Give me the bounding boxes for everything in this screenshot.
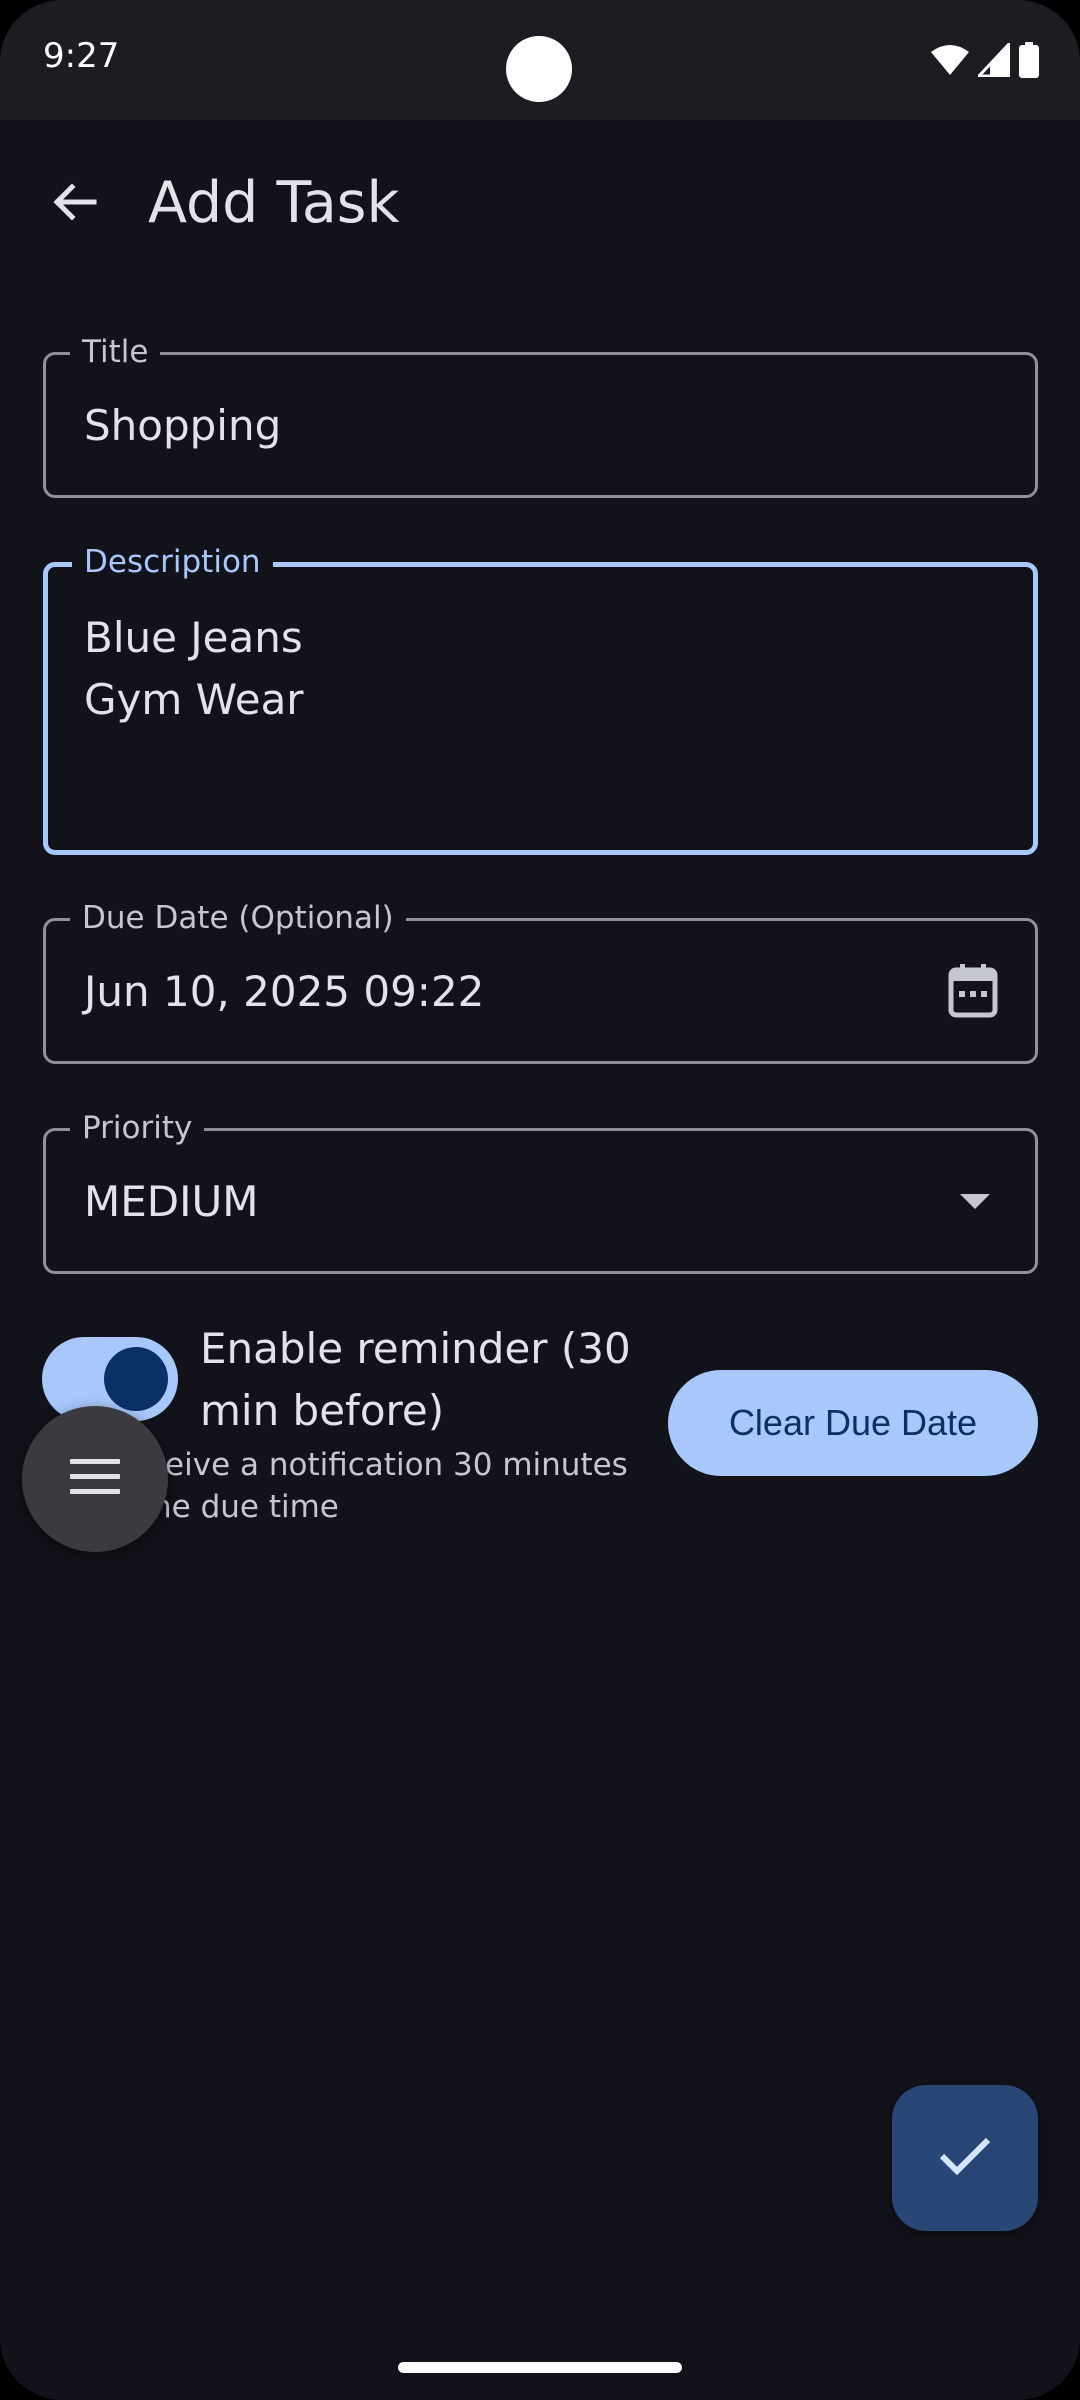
due-date-field[interactable]: Due Date (Optional) Jun 10, 2025 09:22 [43,899,1038,1064]
reminder-toggle-thumb [104,1347,168,1411]
camera-cutout [506,36,572,102]
check-icon [937,2134,993,2183]
description-field-value[interactable]: Blue Jeans Gym Wear [84,607,304,731]
menu-icon [70,1458,120,1500]
calendar-icon[interactable] [945,963,1001,1019]
status-time: 9:27 [43,36,120,76]
reminder-description: ceive a notification 30 minutes he due t… [100,1444,640,1528]
priority-field-label: Priority [70,1109,205,1147]
due-date-field-value[interactable]: Jun 10, 2025 09:22 [84,961,484,1023]
back-button[interactable] [36,166,112,242]
title-field-label: Title [70,333,161,371]
due-date-field-label: Due Date (Optional) [70,899,406,937]
top-app-bar: Add Task [0,120,1080,290]
reminder-description-line: he due time [152,1489,339,1525]
title-field-value[interactable]: Shopping [84,395,281,457]
signal-icon [978,43,1010,77]
description-field-label: Description [72,543,273,581]
floating-menu-button[interactable] [22,1406,168,1552]
title-field[interactable]: Title Shopping [43,333,1038,498]
arrow-back-icon [50,178,98,231]
status-bar: 9:27 [0,0,1080,120]
status-icons [930,40,1040,80]
description-field[interactable]: Description Blue Jeans Gym Wear [43,543,1038,855]
phone-screen: 9:27 Add Task Title Shopping Description… [0,0,1080,2400]
priority-field-value[interactable]: MEDIUM [84,1171,258,1233]
reminder-description-line: ceive a notification 30 minutes [148,1447,628,1483]
priority-dropdown[interactable]: Priority MEDIUM [43,1109,1038,1274]
dropdown-arrow-icon[interactable] [955,1187,995,1217]
wifi-icon [930,44,970,76]
reminder-title: Enable reminder (30 min before) [200,1324,631,1435]
battery-icon [1018,42,1040,78]
page-title: Add Task [148,170,400,236]
gesture-navigation-bar[interactable] [398,2362,682,2373]
clear-due-date-button[interactable]: Clear Due Date [668,1370,1038,1476]
save-task-button[interactable] [892,2085,1038,2231]
